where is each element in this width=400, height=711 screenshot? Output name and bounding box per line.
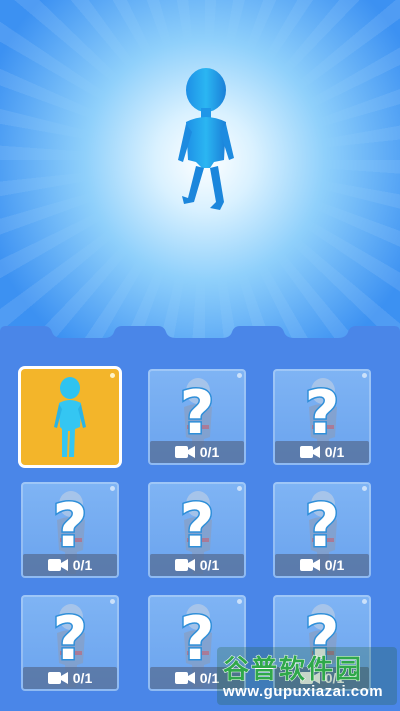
card-corner-dot	[237, 599, 242, 604]
watch-video-unlock-button[interactable]: 0/1	[150, 554, 244, 576]
card-corner-dot	[110, 599, 115, 604]
video-camera-icon	[47, 672, 68, 684]
watch-video-unlock-button[interactable]: 0/1	[150, 441, 244, 463]
video-camera-icon	[299, 446, 320, 458]
skin-card-locked[interactable]: ? 0/1	[273, 482, 371, 578]
card-corner-dot	[362, 373, 367, 378]
video-camera-icon	[174, 559, 195, 571]
question-mark-icon: ?	[51, 491, 89, 561]
unlock-progress-text: 0/1	[199, 557, 220, 573]
character-preview-area	[0, 0, 400, 340]
watch-video-unlock-button[interactable]: 0/1	[23, 554, 117, 576]
skin-card-locked[interactable]: ? 0/1	[273, 369, 371, 465]
card-corner-dot	[110, 486, 115, 491]
question-mark-icon: ?	[178, 378, 216, 448]
video-camera-icon	[174, 672, 195, 684]
video-camera-icon	[174, 446, 195, 458]
question-mark-icon: ?	[51, 604, 89, 674]
watermark-title: 谷普软件园	[222, 654, 364, 685]
unlock-progress-text: 0/1	[324, 444, 345, 460]
video-camera-icon	[299, 559, 320, 571]
card-corner-dot	[237, 373, 242, 378]
skin-card-locked[interactable]: ? 0/1	[21, 595, 119, 691]
skin-card-selected[interactable]	[21, 369, 119, 465]
watermark: 谷普软件园 www.gupuxiazai.com	[217, 647, 397, 705]
skin-card-locked[interactable]: ? 0/1	[148, 369, 246, 465]
watch-video-unlock-button[interactable]: 0/1	[275, 441, 369, 463]
unlock-progress-text: 0/1	[199, 444, 220, 460]
unlock-progress-text: 0/1	[72, 670, 93, 686]
question-mark-icon: ?	[303, 378, 341, 448]
skin-card-locked[interactable]: ? 0/1	[148, 482, 246, 578]
card-corner-dot	[237, 486, 242, 491]
video-camera-icon	[47, 559, 68, 571]
character-icon	[54, 377, 86, 457]
watermark-url: www.gupuxiazai.com	[223, 683, 384, 700]
card-corner-dot	[110, 373, 115, 378]
question-mark-icon: ?	[178, 491, 216, 561]
skin-card-locked[interactable]: ? 0/1	[21, 482, 119, 578]
unlock-progress-text: 0/1	[72, 557, 93, 573]
watch-video-unlock-button[interactable]: 0/1	[275, 554, 369, 576]
selected-character-preview	[178, 68, 234, 210]
unlock-progress-text: 0/1	[324, 557, 345, 573]
question-mark-icon: ?	[303, 491, 341, 561]
card-corner-dot	[362, 486, 367, 491]
card-corner-dot	[362, 599, 367, 604]
watch-video-unlock-button[interactable]: 0/1	[23, 667, 117, 689]
